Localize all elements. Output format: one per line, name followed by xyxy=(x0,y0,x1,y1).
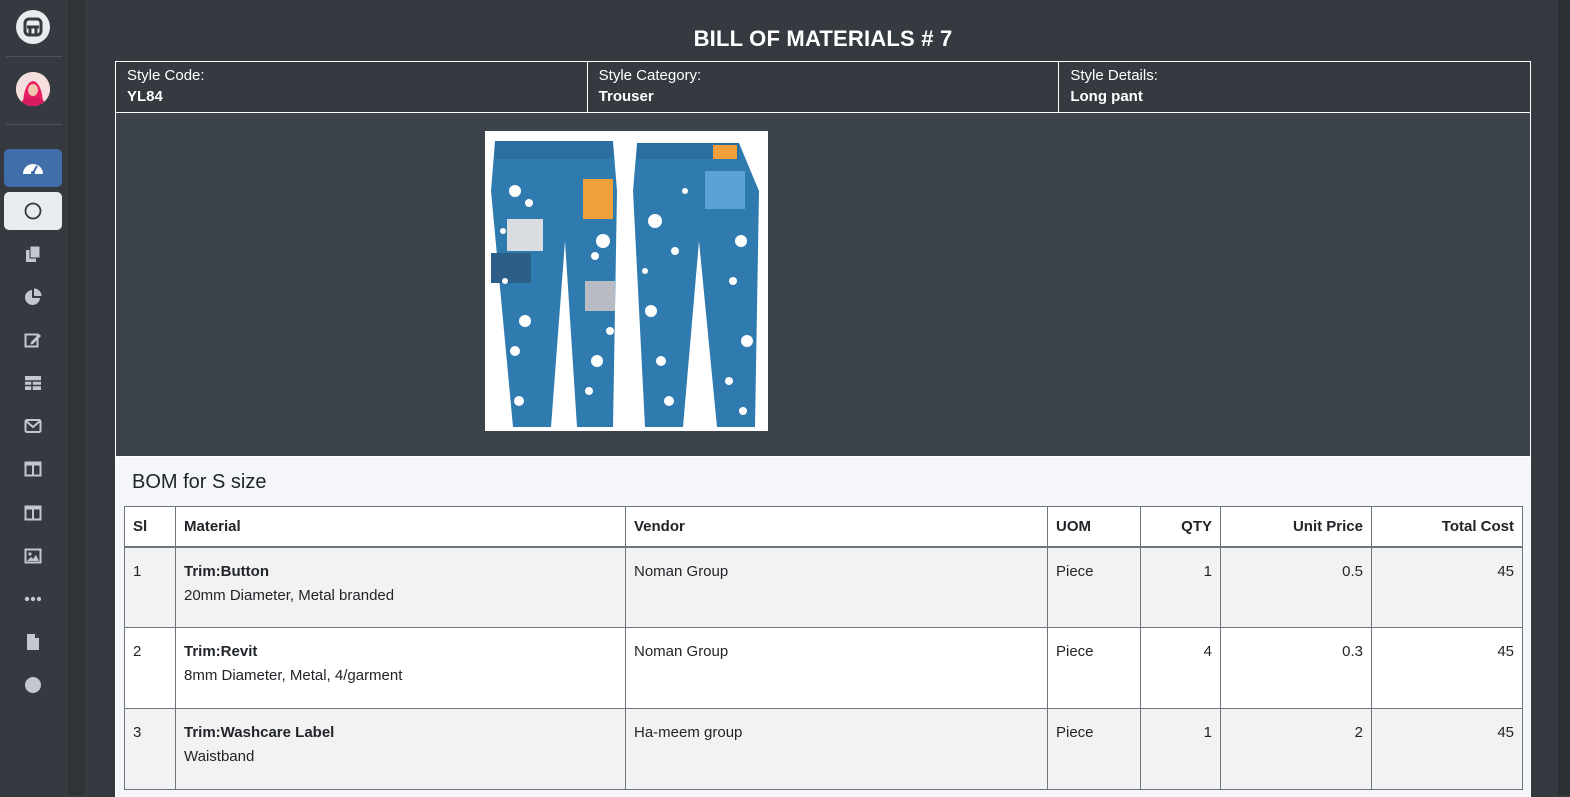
cell-sl: 2 xyxy=(124,627,176,709)
page-title: BILL OF MATERIALS # 7 xyxy=(693,26,953,51)
material-description: Waistband xyxy=(184,748,255,765)
circle-filled-icon xyxy=(25,677,41,693)
nav-layout-2[interactable] xyxy=(4,494,62,532)
nav-dashboard[interactable] xyxy=(4,149,62,187)
ellipsis-icon xyxy=(24,596,42,602)
style-details-cell: Style Details: Long pant xyxy=(1059,62,1530,112)
cell-total-cost: 45 xyxy=(1371,708,1523,790)
style-category-value: Trouser xyxy=(598,88,654,105)
style-details-value: Long pant xyxy=(1070,88,1143,105)
cell-vendor: Ha-meem group xyxy=(625,708,1048,790)
sidebar-divider xyxy=(6,56,62,57)
edit-icon xyxy=(24,333,41,348)
material-description: 20mm Diameter, Metal branded xyxy=(184,586,395,604)
cell-vendor: Noman Group xyxy=(625,627,1048,709)
scrollbar[interactable] xyxy=(1558,0,1570,795)
style-image-panel xyxy=(115,113,1531,457)
cell-material: Trim:Washcare Label Waistband xyxy=(175,708,626,790)
cell-total-cost: 45 xyxy=(1371,627,1523,709)
sidebar-gutter xyxy=(69,0,85,795)
col-qty: QTY xyxy=(1140,506,1221,548)
cell-uom: Piece xyxy=(1047,627,1141,709)
cell-uom: Piece xyxy=(1047,546,1141,628)
cell-uom: Piece xyxy=(1047,708,1141,790)
cell-qty: 4 xyxy=(1140,627,1221,709)
style-category-label: Style Category: xyxy=(598,67,702,84)
style-code-value: YL84 xyxy=(127,88,163,105)
table-row: 1 Trim:Button 20mm Diameter, Metal brand… xyxy=(124,546,1523,628)
cell-unit-price: 2 xyxy=(1220,708,1372,790)
user-avatar[interactable] xyxy=(16,72,50,106)
cell-total-cost: 45 xyxy=(1371,546,1523,628)
product-image xyxy=(485,131,768,431)
nav-pages[interactable] xyxy=(4,235,62,273)
nav-more[interactable] xyxy=(4,580,62,618)
columns-icon xyxy=(24,461,42,477)
cell-material: Trim:Revit 8mm Diameter, Metal, 4/garmen… xyxy=(175,627,626,709)
envelope-icon xyxy=(24,419,42,433)
material-name: Trim:Revit xyxy=(184,643,258,660)
nav-mailbox[interactable] xyxy=(4,407,62,445)
cell-qty: 1 xyxy=(1140,546,1221,628)
table-row: 3 Trim:Washcare Label Waistband Ha-meem … xyxy=(124,708,1523,790)
style-code-label: Style Code: xyxy=(127,67,205,84)
table-icon xyxy=(25,376,41,390)
cell-sl: 3 xyxy=(124,708,176,790)
col-unit-price: Unit Price xyxy=(1220,506,1372,548)
cell-unit-price: 0.3 xyxy=(1220,627,1372,709)
columns-icon xyxy=(24,505,42,521)
nav-forms[interactable] xyxy=(4,321,62,359)
bom-header-row: Sl Material Vendor UOM QTY Unit Price To… xyxy=(124,506,1523,548)
col-material: Material xyxy=(175,506,626,548)
nav-gallery[interactable] xyxy=(4,537,62,575)
cell-unit-price: 0.5 xyxy=(1220,546,1372,628)
nav-status[interactable] xyxy=(4,666,62,704)
bom-panel: BOM for S size Sl Material Vendor UOM QT… xyxy=(115,457,1531,797)
style-info-row: Style Code: YL84 Style Category: Trouser… xyxy=(115,61,1531,113)
copy-icon xyxy=(26,245,41,262)
col-vendor: Vendor xyxy=(625,506,1048,548)
nav-tables[interactable] xyxy=(4,364,62,402)
image-icon xyxy=(24,548,42,564)
style-category-cell: Style Category: Trouser xyxy=(588,62,1060,112)
tachometer-icon xyxy=(23,164,43,175)
nav-layout-1[interactable] xyxy=(4,450,62,488)
cell-sl: 1 xyxy=(124,546,176,628)
cell-material: Trim:Button 20mm Diameter, Metal branded xyxy=(175,546,626,628)
table-row: 2 Trim:Revit 8mm Diameter, Metal, 4/garm… xyxy=(124,627,1523,709)
material-name: Trim:Button xyxy=(184,562,269,580)
cell-qty: 1 xyxy=(1140,708,1221,790)
material-description: 8mm Diameter, Metal, 4/garment xyxy=(184,667,403,684)
col-sl: Sl xyxy=(124,506,176,548)
nav-circle[interactable] xyxy=(4,192,62,230)
style-code-cell: Style Code: YL84 xyxy=(116,62,588,112)
sidebar xyxy=(0,0,69,795)
material-name: Trim:Washcare Label xyxy=(184,724,335,741)
circle-outline-icon xyxy=(24,202,42,220)
nav-charts[interactable] xyxy=(4,278,62,316)
chart-pie-icon xyxy=(25,288,42,305)
app-logo-icon[interactable] xyxy=(16,10,50,44)
style-details-label: Style Details: xyxy=(1070,67,1158,84)
main-content: BILL OF MATERIALS # 7 Style Code: YL84 S… xyxy=(86,0,1556,797)
nav-documents[interactable] xyxy=(4,623,62,661)
bom-table: Sl Material Vendor UOM QTY Unit Price To… xyxy=(124,506,1523,790)
col-total-cost: Total Cost xyxy=(1371,506,1523,548)
bom-title: BOM for S size xyxy=(132,471,267,493)
col-uom: UOM xyxy=(1047,506,1141,548)
cell-vendor: Noman Group xyxy=(625,546,1048,628)
file-icon xyxy=(27,634,39,650)
sidebar-divider xyxy=(6,124,62,125)
